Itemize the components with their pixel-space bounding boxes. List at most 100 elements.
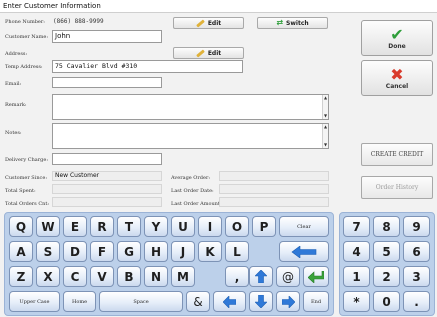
key-q[interactable]: Q xyxy=(9,216,33,237)
key-j[interactable]: J xyxy=(171,241,195,262)
edit-phone-label: Edit xyxy=(207,19,222,27)
key-ampersand[interactable]: & xyxy=(186,291,210,312)
numpad-key-2[interactable]: 2 xyxy=(373,266,400,287)
key-x[interactable]: X xyxy=(36,266,60,287)
key-h[interactable]: H xyxy=(144,241,168,262)
remark-textarea[interactable]: ▲ ▼ xyxy=(52,94,329,120)
key-t[interactable]: T xyxy=(117,216,141,237)
key-e[interactable]: E xyxy=(63,216,87,237)
arrow-left-key[interactable] xyxy=(213,291,246,312)
key-d[interactable]: D xyxy=(63,241,87,262)
total-spent-label: Total Spent: xyxy=(5,188,36,194)
key-clear[interactable]: Clear xyxy=(279,216,329,237)
scroll-down-icon[interactable]: ▼ xyxy=(323,142,328,148)
key-w[interactable]: W xyxy=(36,216,60,237)
key-b[interactable]: B xyxy=(117,266,141,287)
notes-textarea[interactable]: ▲ ▼ xyxy=(52,123,329,149)
last-order-date-label: Last Order Date: xyxy=(171,188,214,194)
cancel-button[interactable]: ✖ Cancel xyxy=(361,60,433,96)
scroll-up-icon[interactable]: ▲ xyxy=(323,124,328,130)
customer-since-label: Customer Since: xyxy=(5,175,47,181)
key-at[interactable]: @ xyxy=(276,266,300,287)
customer-name-input[interactable]: John xyxy=(52,30,162,43)
arrow-down-key[interactable] xyxy=(249,291,273,312)
enter-key[interactable] xyxy=(303,266,329,287)
last-order-date-value xyxy=(219,184,329,194)
backspace-arrow-icon xyxy=(291,245,317,258)
numpad-key-1[interactable]: 1 xyxy=(343,266,370,287)
arrow-down-icon xyxy=(255,295,267,308)
enter-icon xyxy=(308,270,324,283)
key-p[interactable]: P xyxy=(252,216,276,237)
total-orders-cnt-label: Total Orders Cnt: xyxy=(5,201,50,207)
address-label: Address: xyxy=(5,51,28,57)
phone-value: (866) 888-9999 xyxy=(53,18,104,25)
average-order-label: Average Order: xyxy=(171,175,211,181)
notes-scrollbar[interactable]: ▲ ▼ xyxy=(322,124,328,148)
notes-label: Notes: xyxy=(5,130,22,136)
key-r[interactable]: R xyxy=(90,216,114,237)
numpad-key-4[interactable]: 4 xyxy=(343,241,370,262)
numpad-key-5[interactable]: 5 xyxy=(373,241,400,262)
key-z[interactable]: Z xyxy=(9,266,33,287)
last-order-amount-value xyxy=(219,197,329,207)
key-n[interactable]: N xyxy=(144,266,168,287)
key-u[interactable]: U xyxy=(171,216,195,237)
temp-address-input[interactable]: 75 Cavalier Blvd #310 xyxy=(52,60,243,73)
key-comma[interactable]: , xyxy=(225,266,249,287)
backspace-key[interactable] xyxy=(279,241,329,262)
numpad-key-8[interactable]: 8 xyxy=(373,216,400,237)
scroll-up-icon[interactable]: ▲ xyxy=(323,95,328,101)
switch-label: Switch xyxy=(286,19,309,27)
switch-button[interactable]: ⇄ Switch xyxy=(257,17,328,29)
arrow-left-icon xyxy=(223,295,236,308)
arrow-up-key[interactable] xyxy=(249,266,273,287)
key-k[interactable]: K xyxy=(198,241,222,262)
email-input[interactable] xyxy=(52,77,162,88)
pencil-icon xyxy=(195,18,205,28)
last-order-amount-label: Last Order Amount: xyxy=(171,201,222,207)
key-o[interactable]: O xyxy=(225,216,249,237)
create-credit-button[interactable]: CREATE CREDIT xyxy=(361,143,433,166)
remark-label: Remark: xyxy=(5,102,27,108)
delivery-charge-input[interactable] xyxy=(52,153,162,165)
key-s[interactable]: S xyxy=(36,241,60,262)
key-m[interactable]: M xyxy=(171,266,195,287)
end-key[interactable]: End xyxy=(303,291,329,312)
average-order-value xyxy=(219,171,329,181)
edit-phone-button[interactable]: Edit xyxy=(173,17,244,29)
key-l[interactable]: L xyxy=(225,241,249,262)
numpad-key-7[interactable]: 7 xyxy=(343,216,370,237)
numpad-key-6[interactable]: 6 xyxy=(403,241,430,262)
total-spent-value xyxy=(52,184,162,194)
key-y[interactable]: Y xyxy=(144,216,168,237)
numpad-key-0[interactable]: 0 xyxy=(373,291,400,312)
checkmark-icon: ✔ xyxy=(390,24,404,44)
key-v[interactable]: V xyxy=(90,266,114,287)
key-c[interactable]: C xyxy=(63,266,87,287)
upper-case-key[interactable]: Upper Case xyxy=(9,291,60,312)
order-history-button[interactable]: Order History xyxy=(361,176,433,199)
remark-scrollbar[interactable]: ▲ ▼ xyxy=(322,95,328,119)
delivery-charge-label: Delivery Charge: xyxy=(5,157,49,163)
home-key[interactable]: Home xyxy=(63,291,96,312)
numpad-key-asterisk[interactable]: * xyxy=(343,291,370,312)
switch-icon: ⇄ xyxy=(276,18,284,27)
key-i[interactable]: I xyxy=(198,216,222,237)
arrow-up-icon xyxy=(255,270,267,283)
key-f[interactable]: F xyxy=(90,241,114,262)
numpad-key-3[interactable]: 3 xyxy=(403,266,430,287)
scroll-down-icon[interactable]: ▼ xyxy=(323,113,328,119)
arrow-right-key[interactable] xyxy=(276,291,300,312)
done-button[interactable]: ✔ Done xyxy=(361,20,433,56)
numpad-key-dot[interactable]: . xyxy=(403,291,430,312)
edit-address-button[interactable]: Edit xyxy=(173,47,244,59)
key-a[interactable]: A xyxy=(9,241,33,262)
phone-label: Phone Number: xyxy=(5,19,45,25)
done-label: Done xyxy=(388,42,406,50)
key-g[interactable]: G xyxy=(117,241,141,262)
cancel-label: Cancel xyxy=(385,82,409,90)
numpad-key-9[interactable]: 9 xyxy=(403,216,430,237)
arrow-right-icon xyxy=(281,295,295,308)
space-key[interactable]: Space xyxy=(99,291,183,312)
